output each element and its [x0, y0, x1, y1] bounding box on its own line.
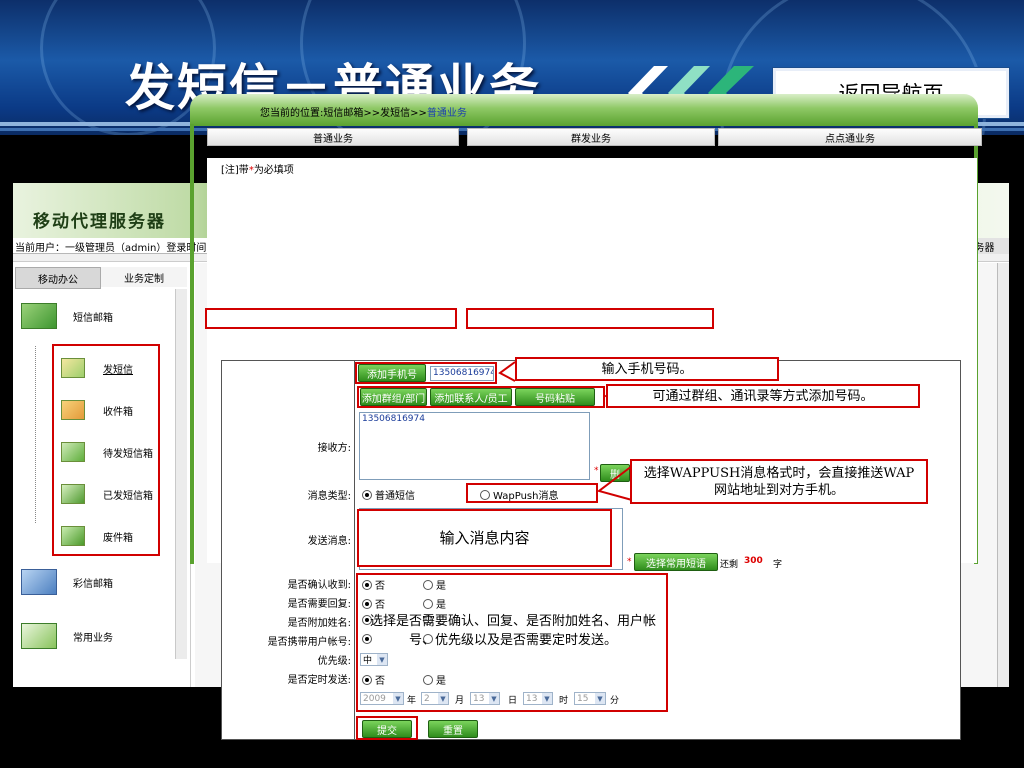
confirm-label: 是否确认收到:	[222, 574, 355, 593]
remaining-prefix: 还剩	[720, 560, 739, 570]
tab-group-send[interactable]: 群发业务	[467, 128, 715, 146]
send-message-label: 发送消息:	[222, 504, 355, 574]
required-star: *	[627, 557, 632, 567]
mms-mailbox-icon	[21, 569, 57, 595]
highlight-wappush	[466, 483, 598, 503]
highlight-submit	[356, 716, 418, 740]
select-common-phrase-button[interactable]: 选择常用短语	[634, 553, 718, 571]
sidebar-item-common-service[interactable]: 常用业务	[21, 623, 113, 649]
main-scrollbar[interactable]	[997, 263, 1009, 687]
common-service-icon	[21, 623, 57, 649]
highlight-normal-tab	[205, 308, 457, 329]
callout-phone: 输入手机号码。	[515, 357, 779, 381]
required-star: *	[594, 466, 599, 476]
highlight-phone	[355, 362, 497, 384]
recipient-delete-button[interactable]: 删	[600, 464, 630, 482]
message-type-label: 消息类型:	[222, 484, 355, 504]
remaining-suffix: 字	[773, 560, 783, 570]
sidebar-item-sms-mailbox[interactable]: 短信邮箱	[21, 303, 113, 329]
reply-label: 是否需要回复:	[222, 593, 355, 612]
account-label: 是否携带用户帐号:	[222, 631, 355, 650]
recipient-textarea[interactable]: 13506816974	[359, 412, 590, 480]
callout-message: 输入消息内容	[357, 509, 612, 567]
schedule-label: 是否定时发送:	[222, 669, 355, 688]
type-normal-radio[interactable]: 普通短信	[362, 487, 415, 502]
remaining-count: 300	[744, 556, 763, 566]
recipient-label: 接收方:	[222, 408, 355, 484]
reset-button[interactable]: 重置	[428, 720, 478, 738]
tree-line	[35, 346, 36, 523]
breadcrumb: 您当前的位置:短信邮箱>>发短信>>普通业务	[260, 108, 467, 119]
sidebar-scrollbar[interactable]	[175, 289, 187, 659]
highlight-sms-menu	[52, 344, 160, 556]
breadcrumb-current[interactable]: 普通业务	[427, 108, 467, 119]
highlight-group-tab	[466, 308, 714, 329]
required-note: [注]带*为必填项	[221, 165, 294, 176]
tab-dot-service[interactable]: 点点通业务	[718, 128, 982, 146]
app-logo: 移动代理服务器	[33, 212, 166, 232]
priority-label: 优先级:	[222, 650, 355, 669]
sidebar-tab-service-custom[interactable]: 业务定制	[101, 267, 187, 287]
sidebar-item-mms-mailbox[interactable]: 彩信邮箱	[21, 569, 113, 595]
sidebar-tab-mobile-office[interactable]: 移动办公	[15, 267, 101, 289]
row-actions	[221, 709, 961, 740]
tab-normal-service[interactable]: 普通业务	[207, 128, 459, 146]
highlight-add-buttons	[357, 386, 605, 408]
sms-mailbox-icon	[21, 303, 57, 329]
callout-wappush: 选择WAPPUSH消息格式时，会直接推送WAP网站地址到对方手机。	[630, 459, 928, 504]
signature-label: 是否附加姓名:	[222, 612, 355, 631]
callout-group: 可通过群组、通讯录等方式添加号码。	[606, 384, 920, 408]
callout-options: 选择是否需要确认、回复、是否附加姓名、用户帐号、优先级以及是否需要定时发送。	[369, 614, 656, 648]
